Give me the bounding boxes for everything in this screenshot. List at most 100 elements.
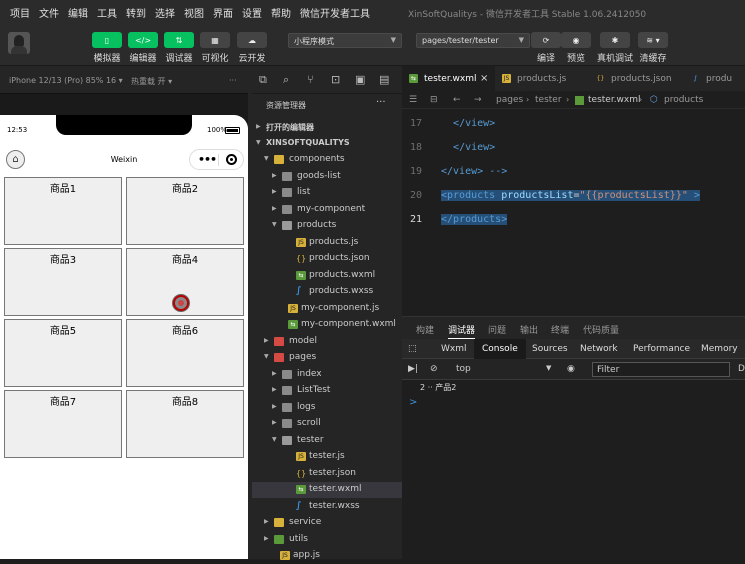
code-line[interactable]: </products>	[441, 209, 508, 230]
tree-item[interactable]: ▶ ListTest	[252, 383, 402, 399]
product-card[interactable]: 商品6	[126, 319, 244, 387]
remote-debug-button[interactable]: ✱ 真机调试	[597, 32, 633, 64]
explorer-more-button[interactable]: ···	[376, 97, 386, 108]
clear-cache-button[interactable]: ≋ ▾ 清缓存	[638, 32, 668, 64]
minimap[interactable]	[733, 109, 745, 316]
breadcrumb-symbol[interactable]: products	[664, 95, 703, 105]
close-capsule-button[interactable]	[226, 154, 237, 165]
tree-item[interactable]: ▶ model	[252, 334, 402, 350]
code-line[interactable]: </view> -->	[441, 161, 507, 182]
tree-item[interactable]: ▶ utils	[252, 532, 402, 548]
devtools-tab[interactable]: Console	[474, 339, 526, 359]
tree-item[interactable]: JS my-component.js	[252, 301, 402, 317]
editor-tab[interactable]: ⇆ tester.wxml ×	[402, 66, 495, 91]
product-card[interactable]: 商品7	[4, 390, 122, 458]
visual-button[interactable]: ▦ 可视化	[200, 32, 230, 64]
more-menu-button[interactable]: •••	[198, 153, 217, 166]
page-select[interactable]: pages/tester/tester ▼	[416, 33, 530, 48]
tree-item[interactable]: JS products.js	[252, 235, 402, 251]
tree-item[interactable]: JS app.js	[252, 548, 402, 564]
tree-item[interactable]: ▶ index	[252, 367, 402, 383]
tree-item[interactable]: ∫ products.wxss	[252, 284, 402, 300]
devtools-tab[interactable]: Network	[580, 344, 618, 354]
tree-item[interactable]: ▶ my-component	[252, 202, 402, 218]
tree-item[interactable]: ▼ components	[252, 152, 402, 168]
product-card[interactable]: 商品8	[126, 390, 244, 458]
breadcrumb-tester[interactable]: tester	[535, 95, 562, 105]
tree-item[interactable]: ▶ logs	[252, 400, 402, 416]
avatar[interactable]	[8, 32, 30, 54]
menu-item-6[interactable]: 视图	[184, 5, 204, 20]
panel-tab[interactable]: 构建	[416, 323, 434, 336]
back-icon[interactable]: ←	[453, 95, 461, 105]
product-card[interactable]: 商品3	[4, 248, 122, 316]
code-line[interactable]: </view>	[441, 113, 495, 134]
clear-console-icon[interactable]: ⊘	[430, 364, 438, 374]
filter-input[interactable]: Filter	[592, 362, 730, 377]
source-control-icon[interactable]: ⑂	[307, 73, 314, 86]
menu-item-1[interactable]: 文件	[39, 5, 59, 20]
mode-select[interactable]: 小程序模式 ▼	[288, 33, 402, 48]
tree-item[interactable]: ▶ service	[252, 515, 402, 531]
devtools-tab[interactable]: Sources	[532, 344, 568, 354]
panel-tab[interactable]: 调试器	[448, 323, 476, 339]
console-prompt[interactable]: >	[409, 397, 417, 408]
panel-tab[interactable]: 问题	[488, 323, 506, 336]
close-icon[interactable]: ×	[480, 73, 488, 84]
panel-tab[interactable]: 终端	[551, 323, 569, 336]
editor-button[interactable]: </> 编辑器	[128, 32, 158, 64]
menu-item-4[interactable]: 转到	[126, 5, 146, 20]
inspect-icon[interactable]: ⬚	[408, 344, 417, 354]
product-card[interactable]: 商品2	[126, 177, 244, 245]
tree-item[interactable]: ▶ scroll	[252, 416, 402, 432]
tree-item[interactable]: ▶ list	[252, 185, 402, 201]
code-line[interactable]: <products productsList="{{productsList}}…	[441, 185, 700, 206]
layout-icon[interactable]: ▤	[379, 73, 389, 86]
tree-item[interactable]: ⇆ my-component.wxml	[252, 317, 402, 333]
default-levels-select[interactable]: D	[738, 364, 745, 374]
extensions-icon[interactable]: ▣	[355, 73, 365, 86]
devtools-tab[interactable]: Memory	[701, 344, 738, 354]
devtools-tab[interactable]: Performance	[633, 344, 690, 354]
menu-item-7[interactable]: 界面	[213, 5, 233, 20]
panel-tab[interactable]: 代码质量	[583, 323, 619, 336]
panel-tab[interactable]: 输出	[520, 323, 538, 336]
tree-item[interactable]: ⇆ products.wxml	[252, 268, 402, 284]
editor-tab[interactable]: ∫ produ	[684, 66, 745, 91]
tree-item[interactable]: ▼ products	[252, 218, 402, 234]
menu-item-3[interactable]: 工具	[97, 5, 117, 20]
menu-item-10[interactable]: 微信开发者工具	[300, 5, 370, 20]
sidebar-toggle-icon[interactable]: ▶|	[408, 364, 418, 374]
tree-item[interactable]: JS tester.js	[252, 449, 402, 465]
menu-item-9[interactable]: 帮助	[271, 5, 291, 20]
preview-button[interactable]: ◉ 预览	[561, 32, 591, 64]
tree-item[interactable]: ⇆ tester.wxml	[252, 482, 402, 498]
tree-item[interactable]: ▶ goods-list	[252, 169, 402, 185]
bookmark-icon[interactable]: ⊟	[430, 95, 438, 105]
product-card[interactable]: 商品1	[4, 177, 122, 245]
eye-icon[interactable]: ◉	[567, 364, 575, 374]
simulator-button[interactable]: ▯ 模拟器	[92, 32, 122, 64]
search-icon[interactable]: ⌕	[283, 73, 289, 87]
files-icon[interactable]: ⧉	[259, 73, 267, 87]
product-card[interactable]: 商品5	[4, 319, 122, 387]
code-line[interactable]: </view>	[441, 137, 495, 158]
tree-item[interactable]: {} products.json	[252, 251, 402, 267]
context-select[interactable]: top	[456, 364, 471, 374]
menu-item-5[interactable]: 选择	[155, 5, 175, 20]
hot-reload-toggle[interactable]: 热重载 开 ▾	[131, 76, 172, 87]
breadcrumb-file[interactable]: tester.wxml	[588, 95, 641, 105]
debug-icon[interactable]: ⊡	[331, 73, 340, 86]
tree-item[interactable]: ▼ pages	[252, 350, 402, 366]
open-editors-section[interactable]: ▶ 打开的编辑器	[252, 120, 402, 136]
device-select[interactable]: iPhone 12/13 (Pro) 85% 16 ▾	[9, 76, 123, 85]
breadcrumb-pages[interactable]: pages	[496, 95, 523, 105]
editor-tab[interactable]: JS products.js	[495, 66, 589, 91]
devtools-tab[interactable]: Wxml	[441, 344, 467, 354]
tree-item[interactable]: ∫ tester.wxss	[252, 499, 402, 515]
split-icon[interactable]: ☰	[409, 95, 417, 105]
menu-item-0[interactable]: 项目	[10, 5, 30, 20]
project-section[interactable]: ▼ XINSOFTQUALITYS	[252, 136, 402, 152]
menu-item-2[interactable]: 编辑	[68, 5, 88, 20]
editor-tab[interactable]: {} products.json	[589, 66, 684, 91]
